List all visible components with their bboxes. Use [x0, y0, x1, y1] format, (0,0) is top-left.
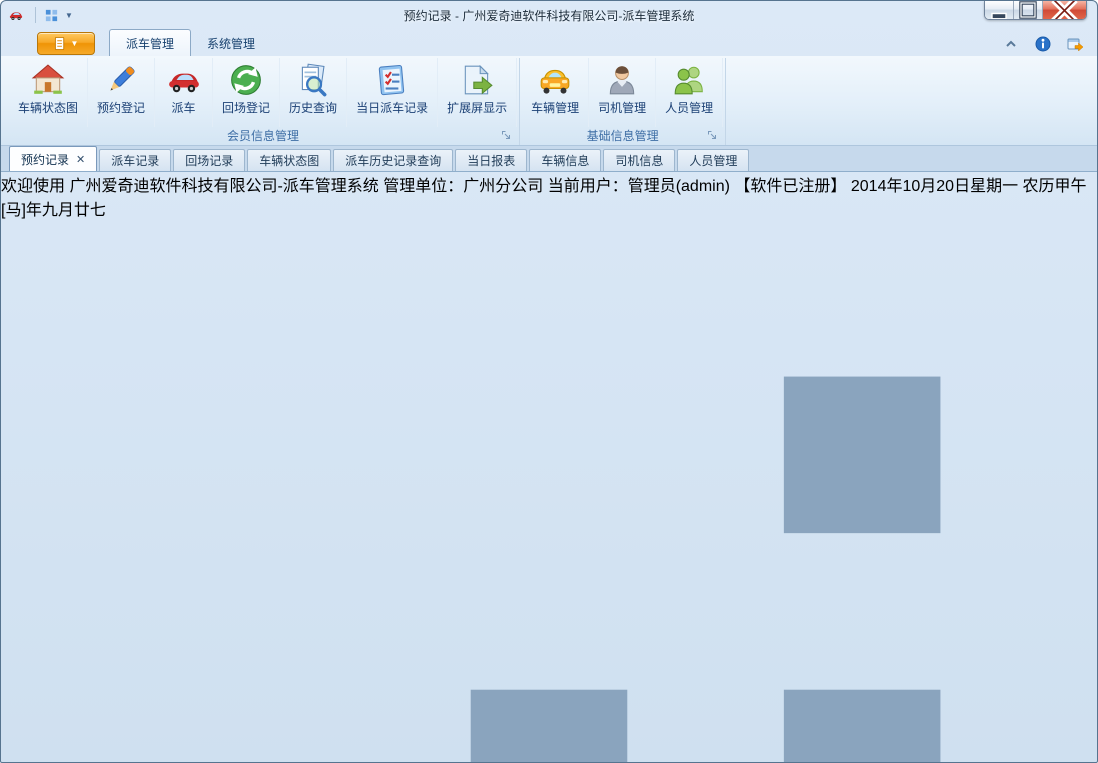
doc-tab-label: 预约记录	[21, 151, 69, 168]
doc-tab-label: 车辆状态图	[259, 152, 319, 169]
ribbon-button-label: 车辆状态图	[18, 99, 78, 116]
ribbon-button-history-query[interactable]: 历史查询	[280, 58, 347, 127]
ribbon-button-reservation-register[interactable]: 预约登记	[88, 58, 155, 127]
driver-icon	[605, 63, 639, 97]
ribbon-button-personnel-mgmt[interactable]: 人员管理	[656, 58, 723, 127]
org-text: 管理单位：广州分公司	[383, 178, 543, 195]
maximize-button[interactable]	[1014, 1, 1043, 19]
doc-tab-label: 人员管理	[689, 152, 737, 169]
ribbon-button-return-register[interactable]: 回场登记	[213, 58, 280, 127]
doc-tab-label: 回场记录	[185, 152, 233, 169]
ribbon-button-today-dispatch-records[interactable]: 当日派车记录	[347, 58, 438, 127]
app-window: 预约记录 - 广州爱奇迪软件科技有限公司-派车管理系统 ▼ ▼ 派车管理 系统管…	[0, 0, 1098, 763]
document-tab-strip: 预约记录 ✕ 派车记录 回场记录 车辆状态图 派车历史记录查询 当日报表 车辆信息 司机信息 人员…	[1, 146, 1097, 172]
doc-tab-label: 司机信息	[615, 152, 663, 169]
doc-tab-personnel-mgmt[interactable]: 人员管理	[677, 149, 749, 171]
welcome-text: 欢迎使用 广州爱奇迪软件科技有限公司-派车管理系统	[1, 178, 379, 195]
ribbon-button-extended-screen[interactable]: 扩展屏显示	[438, 58, 517, 127]
titlebar: 预约记录 - 广州爱奇迪软件科技有限公司-派车管理系统 ▼	[1, 1, 1097, 29]
status-bar: 欢迎使用 广州爱奇迪软件科技有限公司-派车管理系统 管理单位：广州分公司 当前用…	[1, 172, 1097, 763]
quick-access-dropdown-icon[interactable]: ▼	[65, 11, 73, 20]
dialog-launcher-icon[interactable]	[501, 130, 512, 141]
ribbon-group-0: 车辆状态图 预约登记 派车 回场登记 历史查询 当日派车记录 扩展屏显示 会员信息管理	[7, 58, 520, 145]
car-yellow-icon	[538, 63, 572, 97]
doc-tab-dispatch-records[interactable]: 派车记录	[99, 149, 171, 171]
ribbon-button-label: 人员管理	[665, 99, 713, 116]
doc-tab-driver-info[interactable]: 司机信息	[603, 149, 675, 171]
license-link[interactable]: 【软件已注册】	[734, 178, 846, 195]
ribbon-button-label: 车辆管理	[531, 99, 579, 116]
ribbon-group-1: 车辆管理 司机管理 人员管理 基础信息管理	[520, 58, 726, 145]
quick-access-icon[interactable]	[44, 8, 59, 23]
window-title: 预约记录 - 广州爱奇迪软件科技有限公司-派车管理系统	[1, 7, 1097, 24]
ribbon: 车辆状态图 预约登记 派车 回场登记 历史查询 当日派车记录 扩展屏显示 会员信息管理 车辆…	[1, 56, 1097, 146]
ribbon-group-0-label: 会员信息管理	[9, 127, 517, 145]
ribbon-button-label: 回场登记	[222, 99, 270, 116]
ribbon-button-label: 司机管理	[598, 99, 646, 116]
minimize-button[interactable]	[985, 1, 1014, 19]
ribbon-button-driver-mgmt[interactable]: 司机管理	[589, 58, 656, 127]
pencil-icon	[104, 63, 138, 97]
app-menu-button[interactable]: ▼	[37, 32, 95, 55]
ribbon-button-label: 派车	[172, 99, 196, 116]
tab-close-icon[interactable]: ✕	[76, 153, 85, 166]
app-menu-icon	[54, 36, 67, 51]
ribbon-group-1-label: 基础信息管理	[522, 127, 723, 145]
ribbon-button-label: 预约登记	[97, 99, 145, 116]
doc-tab-vehicle-status-map[interactable]: 车辆状态图	[247, 149, 331, 171]
checklist-icon	[375, 63, 409, 97]
doc-tab-reservation-records[interactable]: 预约记录 ✕	[9, 146, 97, 171]
close-button[interactable]	[1043, 1, 1086, 19]
doc-tab-label: 派车历史记录查询	[345, 152, 441, 169]
doc-tab-vehicle-info[interactable]: 车辆信息	[529, 149, 601, 171]
ribbon-button-vehicle-status-map[interactable]: 车辆状态图	[9, 58, 88, 127]
people-icon	[672, 63, 706, 97]
dialog-launcher-icon[interactable]	[707, 130, 718, 141]
doc-tab-dispatch-history-query[interactable]: 派车历史记录查询	[333, 149, 453, 171]
info-icon[interactable]	[1035, 36, 1051, 52]
titlebar-separator	[35, 7, 36, 23]
app-menu-dropdown-icon: ▼	[71, 39, 79, 48]
doc-tab-label: 车辆信息	[541, 152, 589, 169]
app-car-icon	[9, 8, 27, 22]
ribbon-button-dispatch[interactable]: 派车	[155, 58, 213, 127]
ribbon-tab-row: ▼ 派车管理 系统管理	[1, 29, 1097, 56]
current-user-text: 当前用户：管理员(admin)	[548, 178, 730, 195]
about-icon[interactable]	[1067, 36, 1083, 52]
doc-tab-label: 派车记录	[111, 152, 159, 169]
doc-tab-daily-report[interactable]: 当日报表	[455, 149, 527, 171]
ribbon-tab-system-mgmt[interactable]: 系统管理	[191, 30, 271, 56]
house-icon	[31, 63, 65, 97]
ribbon-button-vehicle-mgmt[interactable]: 车辆管理	[522, 58, 589, 127]
extend-screen-icon	[460, 63, 494, 97]
collapse-ribbon-icon[interactable]	[1003, 36, 1019, 52]
doc-tab-label: 当日报表	[467, 152, 515, 169]
ribbon-tab-dispatch-mgmt[interactable]: 派车管理	[109, 29, 191, 56]
history-search-icon	[296, 63, 330, 97]
car-red-icon	[167, 63, 201, 97]
refresh-icon	[229, 63, 263, 97]
ribbon-button-label: 历史查询	[289, 99, 337, 116]
doc-tab-return-records[interactable]: 回场记录	[173, 149, 245, 171]
ribbon-button-label: 扩展屏显示	[447, 99, 507, 116]
ribbon-button-label: 当日派车记录	[356, 99, 428, 116]
window-controls	[984, 1, 1087, 20]
